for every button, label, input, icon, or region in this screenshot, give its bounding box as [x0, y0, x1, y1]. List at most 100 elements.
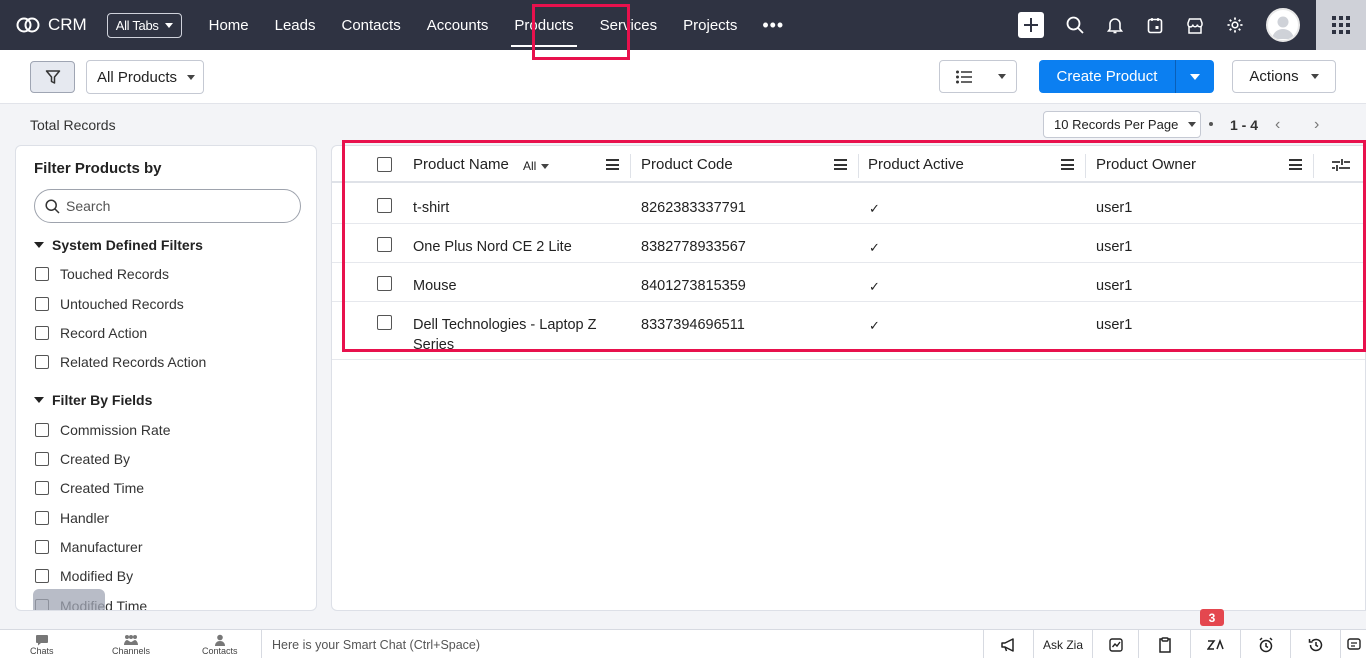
notes-button[interactable] — [1138, 630, 1190, 658]
check-icon: ✓ — [869, 201, 880, 216]
more-tabs-button[interactable]: ••• — [750, 15, 796, 36]
filter-manufacturer[interactable]: Manufacturer — [35, 539, 142, 555]
column-header-product-name[interactable]: Product Name — [413, 156, 509, 173]
filter-untouched-records[interactable]: Untouched Records — [35, 296, 184, 312]
calendar-button[interactable] — [1146, 16, 1164, 34]
custom-view-dropdown[interactable]: All Products — [86, 60, 204, 94]
product-name-cell[interactable]: Mouse — [413, 276, 457, 296]
crm-logo[interactable]: CRM — [16, 15, 87, 35]
column-divider[interactable] — [1313, 154, 1314, 178]
store-icon — [1187, 17, 1203, 34]
filter-search-box[interactable] — [34, 189, 301, 223]
tab-services[interactable]: Services — [587, 0, 671, 50]
column-settings-button[interactable] — [1332, 158, 1350, 175]
row-checkbox[interactable] — [377, 315, 392, 330]
column-divider[interactable] — [858, 154, 859, 178]
products-table: Product Name All Product Code Product Ac… — [331, 145, 1366, 611]
actions-dropdown[interactable]: Actions — [1232, 60, 1336, 93]
system-filters-section-label: System Defined Filters — [52, 237, 203, 253]
checkbox[interactable] — [35, 540, 49, 554]
next-page-button[interactable]: › — [1314, 116, 1319, 134]
separator-dot — [1209, 122, 1213, 126]
avatar[interactable] — [1266, 8, 1300, 42]
view-type-dropdown[interactable] — [939, 60, 1017, 93]
checkbox[interactable] — [35, 511, 49, 525]
previous-page-button[interactable]: ‹ — [1275, 116, 1280, 134]
tab-leads[interactable]: Leads — [262, 0, 329, 50]
tab-products[interactable]: Products — [501, 0, 586, 50]
filter-commission-rate[interactable]: Commission Rate — [35, 422, 170, 438]
column-header-product-owner[interactable]: Product Owner — [1096, 156, 1196, 173]
filter-touched-records[interactable]: Touched Records — [35, 266, 169, 282]
field-filters-section-label: Filter By Fields — [52, 392, 153, 408]
checkbox[interactable] — [35, 297, 49, 311]
checkbox[interactable] — [35, 452, 49, 466]
records-per-page-dropdown[interactable]: 10 Records Per Page — [1043, 111, 1201, 138]
app-launcher-button[interactable] — [1316, 0, 1366, 50]
filter-handler[interactable]: Handler — [35, 510, 109, 526]
tab-projects[interactable]: Projects — [670, 0, 750, 50]
notifications-button[interactable] — [1106, 16, 1124, 34]
product-name-cell[interactable]: Dell Technologies - Laptop Z Series — [413, 315, 613, 355]
column-menu-icon[interactable] — [834, 159, 847, 170]
reminders-button[interactable] — [1240, 630, 1290, 658]
feedback-button[interactable] — [1340, 630, 1366, 658]
column-divider[interactable] — [630, 154, 631, 178]
column-header-product-active[interactable]: Product Active — [868, 156, 964, 173]
column-divider[interactable] — [1085, 154, 1086, 178]
select-all-checkbox[interactable] — [377, 157, 392, 172]
all-tabs-dropdown[interactable]: All Tabs — [106, 12, 182, 38]
analytics-button[interactable] — [1092, 630, 1138, 658]
create-options-dropdown[interactable] — [1175, 60, 1214, 93]
table-row[interactable]: One Plus Nord CE 2 Lite 8382778933567 ✓ … — [332, 224, 1365, 263]
column-menu-icon[interactable] — [1289, 159, 1302, 170]
contacts-button[interactable]: Contacts — [202, 634, 238, 656]
product-name-cell[interactable]: t-shirt — [413, 198, 449, 218]
announcements-button[interactable] — [983, 630, 1033, 658]
filter-search-input[interactable] — [66, 198, 266, 214]
table-row[interactable]: t-shirt 8262383337791 ✓ user1 — [332, 185, 1365, 224]
ask-zia-button[interactable]: Ask Zia — [1033, 630, 1092, 658]
field-filters-section-toggle[interactable]: Filter By Fields — [34, 392, 152, 408]
product-name-filter-dropdown[interactable]: All — [523, 159, 550, 173]
tab-home[interactable]: Home — [196, 0, 262, 50]
checkbox[interactable] — [35, 267, 49, 281]
chats-button[interactable]: Chats — [30, 634, 54, 656]
clipboard-icon — [1158, 636, 1171, 653]
row-checkbox[interactable] — [377, 237, 392, 252]
smart-chat-input[interactable]: Here is your Smart Chat (Ctrl+Space) — [261, 630, 480, 658]
checkbox[interactable] — [35, 326, 49, 340]
search-button[interactable] — [1066, 16, 1084, 34]
create-product-button[interactable]: Create Product — [1039, 60, 1214, 93]
checkbox[interactable] — [35, 481, 49, 495]
checkbox[interactable] — [35, 355, 49, 369]
system-filters-section-toggle[interactable]: System Defined Filters — [34, 237, 203, 253]
filter-created-time[interactable]: Created Time — [35, 480, 144, 496]
row-checkbox[interactable] — [377, 198, 392, 213]
filter-record-action[interactable]: Record Action — [35, 325, 147, 341]
tab-contacts[interactable]: Contacts — [329, 0, 414, 50]
settings-button[interactable] — [1226, 16, 1244, 34]
column-menu-icon[interactable] — [1061, 159, 1074, 170]
quick-create-button[interactable] — [1018, 12, 1044, 38]
recent-items-button[interactable] — [1290, 630, 1340, 658]
filter-modified-by[interactable]: Modified By — [35, 568, 133, 584]
row-checkbox[interactable] — [377, 276, 392, 291]
zia-button[interactable] — [1190, 630, 1240, 658]
filter-related-records-action[interactable]: Related Records Action — [35, 354, 206, 370]
table-row[interactable]: Mouse 8401273815359 ✓ user1 — [332, 263, 1365, 302]
tab-accounts[interactable]: Accounts — [414, 0, 502, 50]
column-header-product-code[interactable]: Product Code — [641, 156, 733, 173]
list-view-icon — [956, 70, 972, 83]
custom-view-label: All Products — [97, 68, 178, 86]
marketplace-button[interactable] — [1186, 16, 1204, 34]
channels-button[interactable]: Channels — [112, 634, 150, 656]
floating-overlay-button[interactable] — [33, 589, 105, 610]
column-menu-icon[interactable] — [606, 159, 619, 170]
product-name-cell[interactable]: One Plus Nord CE 2 Lite — [413, 237, 572, 257]
toggle-filter-button[interactable] — [30, 61, 75, 93]
table-row[interactable]: Dell Technologies - Laptop Z Series 8337… — [332, 302, 1365, 360]
filter-created-by[interactable]: Created By — [35, 451, 130, 467]
checkbox[interactable] — [35, 423, 49, 437]
checkbox[interactable] — [35, 569, 49, 583]
